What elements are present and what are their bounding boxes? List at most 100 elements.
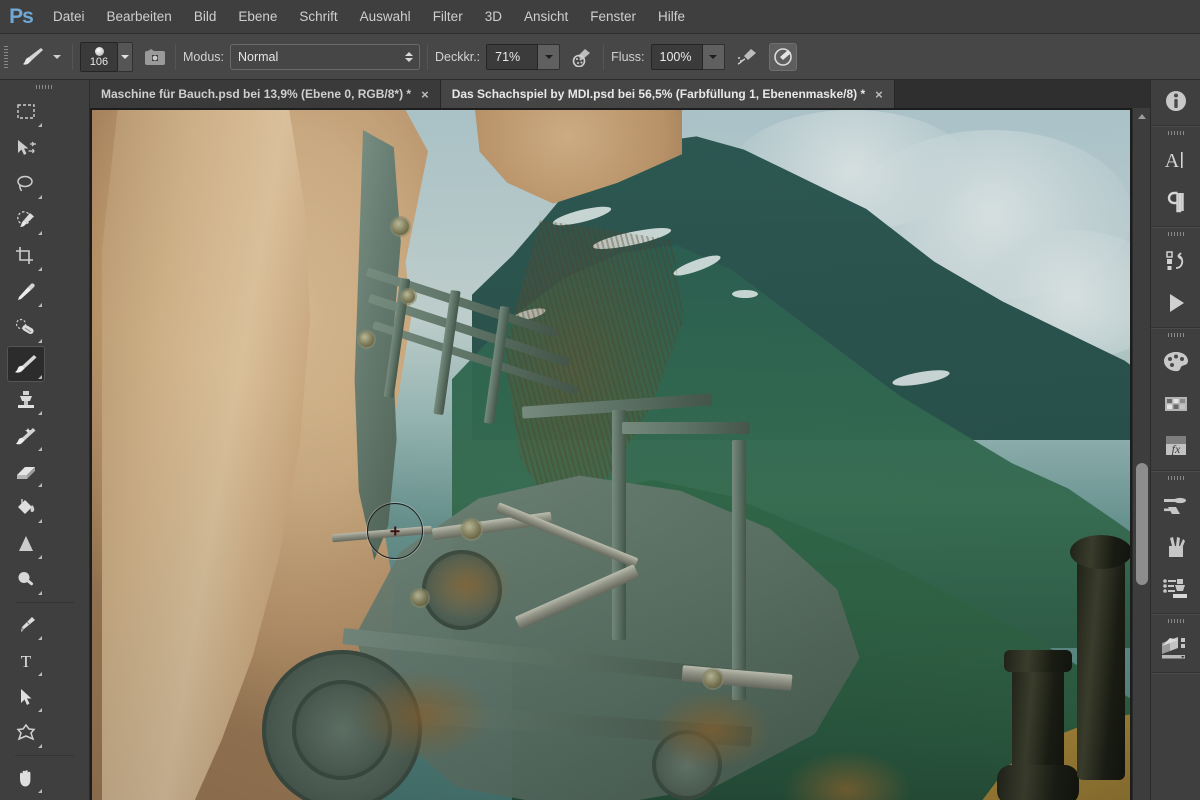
- flow-chevron-down-icon[interactable]: [702, 43, 725, 70]
- machine-strut: [732, 440, 746, 700]
- brush-tip-preview-icon: [94, 46, 104, 56]
- machine-strut: [612, 410, 626, 640]
- menu-datei[interactable]: Datei: [42, 0, 96, 34]
- brush-size-value: 106: [89, 55, 109, 68]
- cube-3d-icon[interactable]: [1151, 627, 1200, 669]
- snow-patch: [732, 290, 758, 298]
- dock-group-type: A: [1150, 126, 1200, 227]
- dock-grip[interactable]: [1151, 328, 1200, 341]
- menu-3d[interactable]: 3D: [474, 0, 513, 34]
- machine-strut: [622, 422, 750, 434]
- menu-fenster[interactable]: Fenster: [579, 0, 647, 34]
- flow-label: Fluss:: [611, 49, 645, 64]
- tool-zoom[interactable]: [7, 796, 45, 800]
- mode-label: Modus:: [183, 49, 224, 64]
- tool-pen[interactable]: [7, 607, 45, 643]
- bolt: [392, 218, 409, 235]
- actions-play-icon[interactable]: [1151, 282, 1200, 324]
- color-palette-icon[interactable]: [1151, 341, 1200, 383]
- document-tab-schachspiel[interactable]: Das Schachspiel by MDI.psd bei 56,5% (Fa…: [440, 80, 895, 108]
- options-bar: 106 Modus: Normal Deckkr.: 71% Fluss: 10…: [0, 34, 1200, 80]
- svg-text:A: A: [1164, 150, 1179, 172]
- menu-bild[interactable]: Bild: [183, 0, 228, 34]
- flow-input[interactable]: 100%: [650, 43, 703, 70]
- airbrush-toggle-icon[interactable]: [142, 44, 168, 70]
- options-separator-1: [72, 43, 73, 70]
- dock-grip[interactable]: [1151, 614, 1200, 627]
- tool-lasso[interactable]: [7, 166, 45, 202]
- swatches-grid-icon[interactable]: [1151, 383, 1200, 425]
- history-icon[interactable]: [1151, 240, 1200, 282]
- brush-circle-cursor: [367, 503, 423, 559]
- opacity-input[interactable]: 71%: [486, 43, 539, 70]
- tool-eraser[interactable]: [7, 454, 45, 490]
- blend-mode-value: Normal: [238, 49, 279, 64]
- dock-group-info: [1150, 80, 1200, 126]
- svg-text:T: T: [21, 652, 32, 671]
- right-panel-dock: A fx: [1150, 80, 1200, 800]
- brush-size-picker[interactable]: 106: [80, 41, 118, 72]
- dock-grip[interactable]: [1151, 126, 1200, 139]
- tool-type[interactable]: T: [7, 643, 45, 679]
- menu-ansicht[interactable]: Ansicht: [513, 0, 579, 34]
- tool-preset-chevron-down-icon[interactable]: [53, 54, 61, 59]
- chess-piece-rook-base: [997, 765, 1079, 800]
- dock-grip[interactable]: [1151, 471, 1200, 484]
- tool-hand[interactable]: [7, 760, 45, 796]
- paragraph-icon[interactable]: [1151, 181, 1200, 223]
- menu-bearbeiten[interactable]: Bearbeiten: [96, 0, 183, 34]
- tool-quick-selection[interactable]: [7, 202, 45, 238]
- tool-preset-brush-icon[interactable]: [20, 44, 46, 70]
- blend-mode-select[interactable]: Normal: [230, 43, 420, 70]
- tool-spot-healing-brush[interactable]: [7, 310, 45, 346]
- options-separator-2: [175, 43, 176, 70]
- info-icon[interactable]: [1151, 80, 1200, 122]
- close-icon[interactable]: ×: [875, 88, 883, 101]
- tool-rectangular-marquee[interactable]: [7, 94, 45, 130]
- character-icon[interactable]: A: [1151, 139, 1200, 181]
- menu-schrift[interactable]: Schrift: [288, 0, 348, 34]
- close-icon[interactable]: ×: [421, 88, 429, 101]
- menu-filter[interactable]: Filter: [422, 0, 474, 34]
- tool-brush[interactable]: [7, 346, 45, 382]
- options-bar-grip[interactable]: [0, 34, 12, 80]
- document-tab-maschine[interactable]: Maschine für Bauch.psd bei 13,9% (Ebene …: [90, 80, 441, 108]
- bolt: [402, 290, 415, 303]
- tools-panel-grip[interactable]: [0, 80, 89, 94]
- styles-fx-icon[interactable]: fx: [1151, 425, 1200, 467]
- canvas-vertical-scrollbar[interactable]: [1132, 108, 1150, 800]
- brush-pressure-icon[interactable]: [768, 42, 797, 71]
- menu-hilfe[interactable]: Hilfe: [647, 0, 696, 34]
- brush-panel-icon[interactable]: [1151, 484, 1200, 526]
- chess-piece-bishop-top: [1070, 535, 1130, 569]
- canvas-artwork[interactable]: [92, 110, 1130, 800]
- brush-presets-icon[interactable]: [1151, 526, 1200, 568]
- menu-ebene[interactable]: Ebene: [227, 0, 288, 34]
- tool-paint-bucket[interactable]: [7, 490, 45, 526]
- photoshop-logo: Ps: [9, 4, 34, 28]
- tool-custom-shape[interactable]: [7, 715, 45, 751]
- tool-path-selection[interactable]: [7, 679, 45, 715]
- tool-move[interactable]: [7, 130, 45, 166]
- pressure-opacity-icon[interactable]: [568, 43, 596, 71]
- tool-history-brush[interactable]: [7, 418, 45, 454]
- document-canvas[interactable]: [90, 108, 1150, 800]
- scrollbar-thumb[interactable]: [1136, 463, 1148, 585]
- dock-grip[interactable]: [1151, 227, 1200, 240]
- bolt: [462, 520, 481, 539]
- brush-size-chevron-down-icon[interactable]: [118, 41, 133, 72]
- tool-dodge[interactable]: [7, 562, 45, 598]
- tool-eyedropper[interactable]: [7, 274, 45, 310]
- opacity-chevron-down-icon[interactable]: [538, 43, 561, 70]
- tools-panel: T: [0, 80, 90, 800]
- menu-auswahl[interactable]: Auswahl: [349, 0, 422, 34]
- rust-patch: [352, 670, 492, 760]
- blend-mode-chevron-updown-icon: [405, 51, 413, 62]
- tool-presets-icon[interactable]: [1151, 568, 1200, 610]
- tool-clone-stamp[interactable]: [7, 382, 45, 418]
- airbrush-icon[interactable]: [733, 43, 761, 71]
- tool-blur[interactable]: [7, 526, 45, 562]
- scroll-up-arrow-icon[interactable]: [1138, 114, 1146, 119]
- tool-crop[interactable]: [7, 238, 45, 274]
- rust-patch: [782, 750, 912, 800]
